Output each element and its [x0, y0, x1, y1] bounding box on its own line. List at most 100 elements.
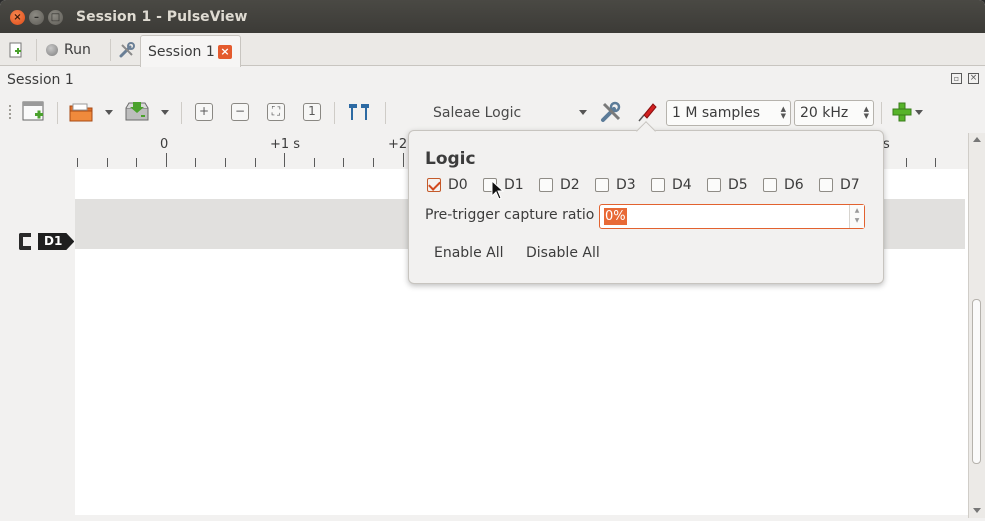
device-config-icon: [601, 101, 621, 122]
checkbox[interactable]: [763, 178, 777, 192]
popup-title: Logic: [425, 149, 476, 169]
settings-button[interactable]: [116, 33, 138, 66]
channel-header-area: [0, 169, 75, 515]
run-icon: [46, 43, 58, 56]
open-dropdown[interactable]: [103, 98, 115, 126]
zoom-in-icon: +: [195, 103, 213, 121]
settings-icon: [119, 41, 135, 57]
channel-checkbox-d6[interactable]: D6: [763, 177, 804, 193]
add-decoder-icon: [892, 102, 912, 122]
mouse-pointer-icon: [491, 180, 505, 200]
cursor-icon: [349, 104, 369, 120]
toolbar-grip[interactable]: [8, 104, 12, 120]
chevron-down-icon: [161, 109, 169, 115]
spinner-arrows-icon[interactable]: ▲ ▼: [781, 106, 786, 120]
probe-icon: [638, 103, 657, 122]
zoom-out-icon: −: [231, 103, 249, 121]
zoom-fit-icon: ⛶: [267, 103, 285, 121]
sample-rate-input[interactable]: 20 kHz ▲ ▼: [794, 100, 874, 126]
chevron-down-icon: [915, 109, 923, 115]
channel-label: D1: [504, 177, 524, 193]
channel-label: D5: [728, 177, 748, 193]
sample-count-input[interactable]: 1 M samples ▲ ▼: [666, 100, 791, 126]
device-config-button[interactable]: [598, 98, 624, 126]
channel-checkbox-d4[interactable]: D4: [651, 177, 692, 193]
add-decoder-button[interactable]: [889, 98, 925, 126]
vertical-scrollbar[interactable]: [968, 133, 985, 518]
toolbar-separator: [385, 102, 386, 124]
channel-checkbox-d5[interactable]: D5: [707, 177, 748, 193]
channel-checkbox-d0[interactable]: D0: [427, 177, 468, 193]
window-title: Session 1 - PulseView: [76, 9, 248, 25]
enable-all-button[interactable]: Enable All: [434, 245, 504, 261]
dock-float-icon[interactable]: ▫: [951, 73, 962, 84]
save-dropdown[interactable]: [159, 98, 171, 126]
channel-label: D2: [560, 177, 580, 193]
ruler-label: 0: [160, 137, 168, 152]
tab-label: Session 1: [148, 43, 215, 60]
scroll-up-icon[interactable]: [973, 137, 981, 142]
channel-checkbox-d3[interactable]: D3: [595, 177, 636, 193]
checkbox[interactable]: [707, 178, 721, 192]
zoom-out-button[interactable]: −: [230, 98, 250, 126]
dock-close-icon[interactable]: ×: [968, 73, 979, 84]
chevron-down-icon: [579, 110, 587, 115]
new-session-icon: [9, 42, 22, 57]
session-toolbar: + − ⛶ 1 Saleae Logic 1 M samples ▲ ▼ 20 …: [0, 92, 985, 132]
checkbox[interactable]: [427, 178, 441, 192]
toolbar-separator: [36, 39, 37, 61]
ruler-label: +2: [388, 137, 407, 152]
zoom-one-icon: 1: [303, 103, 321, 121]
pretrigger-label: Pre-trigger capture ratio: [425, 207, 595, 223]
toolbar-separator: [57, 102, 58, 124]
save-button[interactable]: [121, 98, 153, 126]
open-icon: [69, 103, 93, 122]
tab-session-1[interactable]: Session 1 ×: [140, 35, 241, 67]
checkbox[interactable]: [539, 178, 553, 192]
device-select-value: Saleae Logic: [433, 105, 522, 121]
new-session-button[interactable]: [4, 33, 28, 66]
open-button[interactable]: [66, 98, 96, 126]
channel-label: D6: [784, 177, 804, 193]
channel-checkbox-d2[interactable]: D2: [539, 177, 580, 193]
channel-label: D0: [448, 177, 468, 193]
channel-label: D4: [672, 177, 692, 193]
new-view-button[interactable]: [20, 98, 48, 126]
channel-checkbox-d7[interactable]: D7: [819, 177, 860, 193]
sample-rate-value: 20 kHz: [800, 105, 849, 121]
scrollbar-thumb[interactable]: [972, 299, 981, 464]
new-view-icon: [22, 101, 44, 121]
ruler-label: s: [883, 137, 890, 152]
channel-label: D3: [616, 177, 636, 193]
main-toolbar: Run Session 1 ×: [0, 33, 985, 67]
spinner-arrows-icon[interactable]: ▲ ▼: [849, 205, 864, 228]
checkbox[interactable]: [595, 178, 609, 192]
zoom-one-button[interactable]: 1: [302, 98, 322, 126]
tab-close-icon[interactable]: ×: [218, 45, 232, 59]
save-icon: [125, 102, 149, 121]
zoom-fit-button[interactable]: ⛶: [266, 98, 286, 126]
zoom-in-button[interactable]: +: [194, 98, 214, 126]
channel-label: D7: [840, 177, 860, 193]
pretrigger-input[interactable]: 0% ▲ ▼: [599, 204, 865, 229]
minimize-icon[interactable]: –: [29, 10, 44, 25]
checkbox[interactable]: [651, 178, 665, 192]
device-config-popup: Logic D0 D1 D2 D3 D4 D5 D6 D7 Pre-trigge…: [408, 121, 884, 284]
pulseview-window: × – □ Session 1 - PulseView Run Session …: [0, 0, 985, 521]
run-button[interactable]: Run: [46, 33, 91, 66]
cursor-button[interactable]: [345, 98, 373, 126]
close-icon[interactable]: ×: [10, 10, 25, 25]
toolbar-separator: [334, 102, 335, 124]
dock-title: Session 1: [7, 72, 74, 88]
toolbar-separator: [881, 102, 882, 124]
toolbar-separator: [181, 102, 182, 124]
disable-all-button[interactable]: Disable All: [526, 245, 600, 261]
checkbox[interactable]: [819, 178, 833, 192]
title-bar: × – □ Session 1 - PulseView: [0, 0, 985, 33]
maximize-icon[interactable]: □: [48, 10, 63, 25]
device-select[interactable]: Saleae Logic: [423, 101, 591, 125]
channel-color-bracket[interactable]: [19, 233, 31, 250]
spinner-arrows-icon[interactable]: ▲ ▼: [864, 106, 869, 120]
chevron-down-icon: [105, 109, 113, 115]
scroll-down-icon[interactable]: [973, 508, 981, 513]
